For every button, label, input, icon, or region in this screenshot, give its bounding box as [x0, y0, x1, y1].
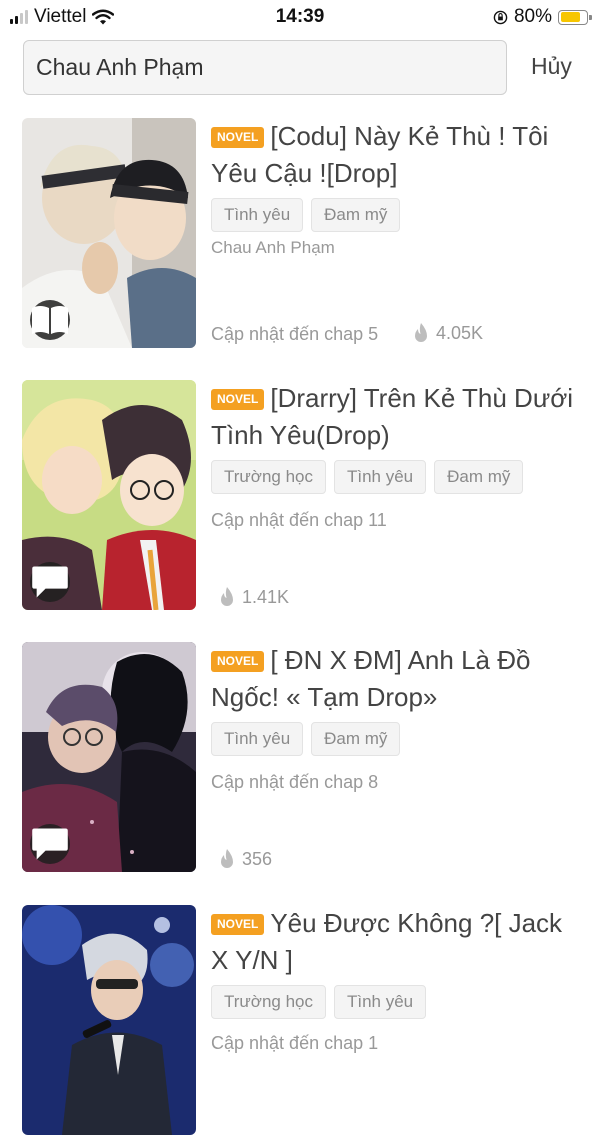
tag[interactable]: Đam mỹ — [434, 460, 524, 494]
story-cover-image[interactable] — [22, 380, 196, 610]
novel-badge: NOVEL — [211, 127, 265, 148]
orientation-lock-icon — [493, 10, 508, 24]
tag[interactable]: Đam mỹ — [311, 198, 401, 232]
tag-list: Trường học Tình yêu — [211, 985, 427, 1019]
tag-list: Tình yêu Đam mỹ — [211, 722, 401, 756]
tag[interactable]: Trường học — [211, 460, 326, 494]
story-cover-image[interactable] — [22, 905, 196, 1135]
flame-icon — [221, 587, 233, 606]
battery-percent: 80% — [513, 6, 552, 27]
story-title[interactable]: NOVEL[ ĐN X ĐM] Anh Là Đồ Ngốc! « Tạm Dr… — [211, 642, 581, 716]
tag[interactable]: Đam mỹ — [311, 722, 401, 756]
battery-icon — [558, 9, 592, 25]
novel-badge: NOVEL — [211, 651, 265, 672]
battery-level — [560, 12, 580, 22]
result-item[interactable]: NOVEL [Codu] Này Kẻ Thù ! Tôi Yêu Cậu ![D… — [0, 118, 600, 358]
update-status: Cập nhật đến chap 1 — [211, 1033, 379, 1053]
tag[interactable]: Trường học — [211, 985, 326, 1019]
result-item[interactable]: NOVEL Yêu Được Không ?[ Jack X Y/N ] Trườ… — [0, 905, 600, 1145]
story-title[interactable]: NOVEL [Drarry] Trên Kẻ Thù Dưới Tình Yêu(… — [211, 380, 581, 454]
search-input[interactable] — [23, 40, 507, 95]
tag[interactable]: Tình yêu — [211, 722, 304, 756]
flame-icon — [415, 323, 427, 342]
view-count: 356 — [218, 848, 272, 870]
view-count: 4.05K — [412, 322, 483, 344]
story-cover-image[interactable] — [22, 642, 196, 872]
chat-icon — [30, 562, 70, 602]
novel-badge: NOVEL — [211, 914, 265, 935]
story-cover-image[interactable] — [22, 118, 196, 348]
tag-list: Trường học Tình yêu Đam mỹ — [211, 460, 524, 494]
update-status: Cập nhật đến chap 11 — [211, 510, 387, 530]
tag[interactable]: Tình yêu — [333, 985, 427, 1019]
flame-icon — [221, 849, 233, 868]
story-title[interactable]: NOVEL [Codu] Này Kẻ Thù ! Tôi Yêu Cậu ![D… — [211, 118, 581, 192]
book-icon — [30, 300, 70, 340]
tag[interactable]: Tình yêu — [333, 460, 427, 494]
status-bar: Viettel 14:39 80% — [0, 0, 600, 34]
story-author[interactable]: Chau Anh Phạm — [211, 238, 335, 258]
update-status: Cập nhật đến chap 5 — [211, 324, 379, 344]
novel-badge: NOVEL — [211, 389, 265, 410]
update-status: Cập nhật đến chap 8 — [211, 772, 379, 792]
result-item[interactable]: NOVEL[ ĐN X ĐM] Anh Là Đồ Ngốc! « Tạm Dr… — [0, 642, 600, 882]
story-title[interactable]: NOVEL Yêu Được Không ?[ Jack X Y/N ] — [211, 905, 581, 979]
result-item[interactable]: NOVEL [Drarry] Trên Kẻ Thù Dưới Tình Yêu(… — [0, 380, 600, 620]
view-count: 1.41K — [218, 586, 289, 608]
tag-list: Tình yêu Đam mỹ — [211, 198, 401, 232]
tag[interactable]: Tình yêu — [211, 198, 304, 232]
chat-icon — [30, 824, 70, 864]
cancel-button[interactable]: Hủy — [531, 53, 572, 80]
